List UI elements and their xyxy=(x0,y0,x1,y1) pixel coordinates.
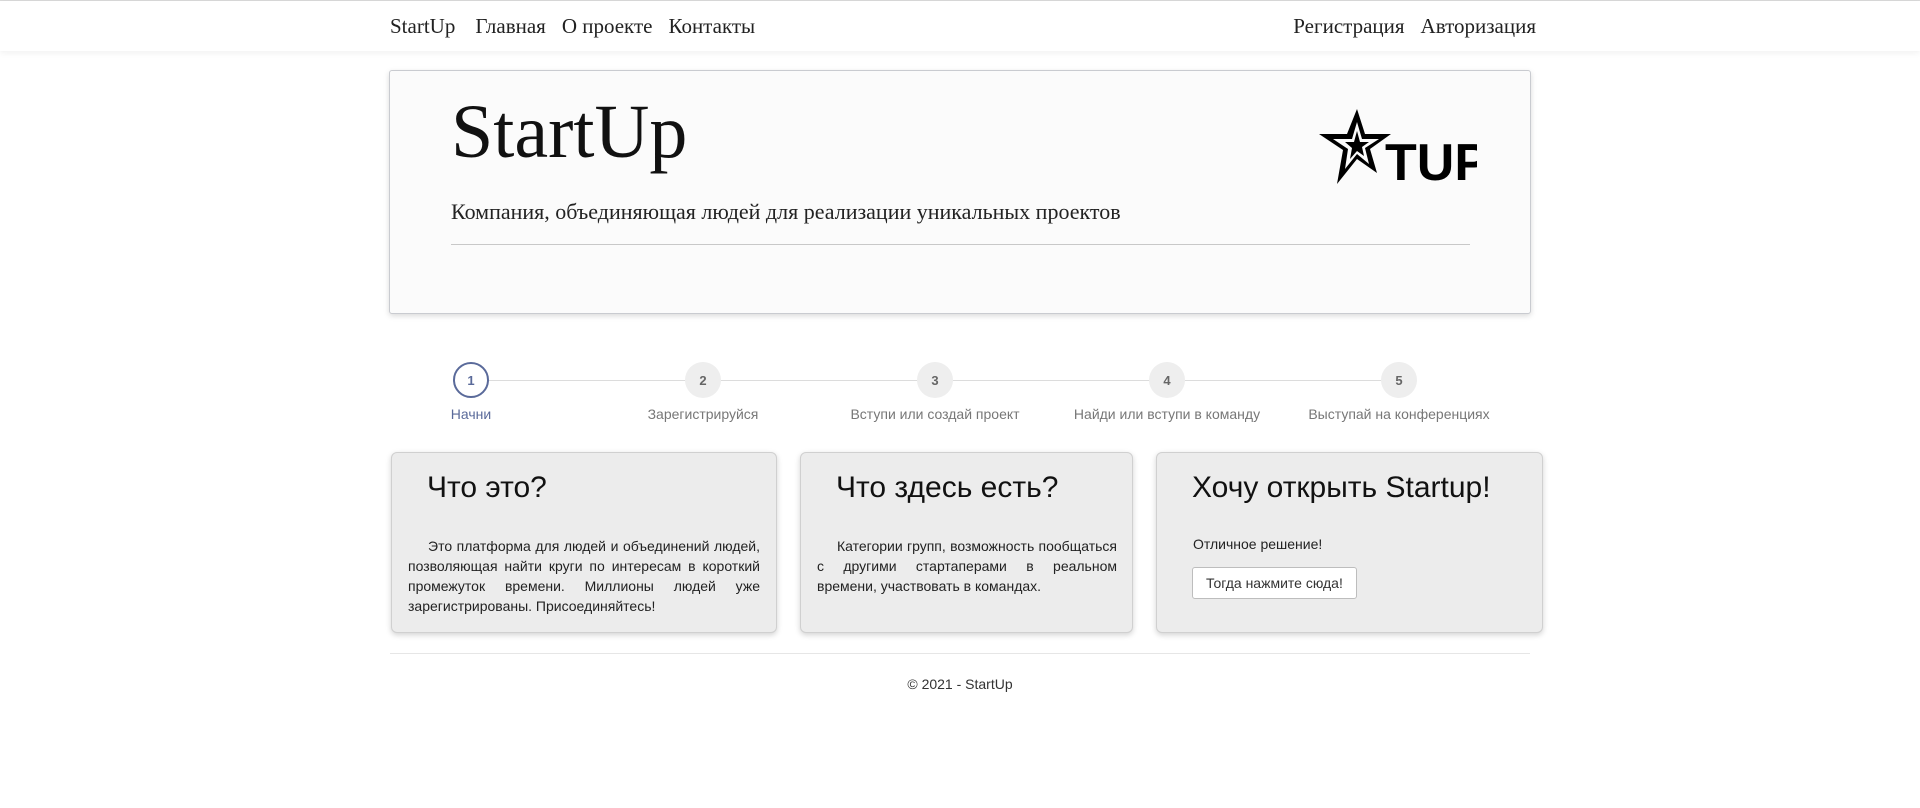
step-circle: 4 xyxy=(1149,362,1185,398)
hero-title: StartUp xyxy=(451,90,688,174)
nav-link-about[interactable]: О проекте xyxy=(562,14,653,39)
step-circle: 1 xyxy=(453,362,489,398)
step-label: Начни xyxy=(450,406,492,422)
step-4[interactable]: 4 Найди или вступи в команду xyxy=(1067,362,1267,422)
progress-stepper: 1 Начни 2 Зарегистрируйся 3 Вступи или с… xyxy=(390,362,1530,422)
nav-link-home[interactable]: Главная xyxy=(475,14,546,39)
nav-link-register[interactable]: Регистрация xyxy=(1293,14,1404,39)
navbar-inner: StartUp Главная О проекте Контакты Регис… xyxy=(390,1,1536,51)
card-open-startup: Хочу открыть Startup! Отличное решение! … xyxy=(1156,452,1543,633)
nav-link-contacts[interactable]: Контакты xyxy=(668,14,755,39)
step-label: Выступай на конференциях xyxy=(1308,406,1490,422)
logo-text: TUP xyxy=(1385,134,1477,185)
step-1[interactable]: 1 Начни xyxy=(371,362,571,422)
card-title: Что это? xyxy=(427,471,547,504)
card-what-is-it: Что это? Это платформа для людей и объед… xyxy=(391,452,777,633)
step-circle: 5 xyxy=(1381,362,1417,398)
navbar: StartUp Главная О проекте Контакты Регис… xyxy=(0,1,1920,51)
nav-right-group: Регистрация Авторизация xyxy=(1293,14,1536,39)
step-label: Зарегистрируйся xyxy=(647,406,759,422)
card-text: Отличное решение! xyxy=(1193,536,1323,552)
nav-left-group: StartUp Главная О проекте Контакты xyxy=(390,14,755,39)
card-text: Это платформа для людей и объединений лю… xyxy=(408,538,760,614)
hero-divider xyxy=(451,244,1470,245)
step-circle: 2 xyxy=(685,362,721,398)
click-here-button[interactable]: Тогда нажмите сюда! xyxy=(1192,567,1357,599)
footer-divider xyxy=(390,653,1530,654)
hero-jumbotron: StartUp Компания, объединяющая людей для… xyxy=(389,70,1531,314)
nav-brand-link[interactable]: StartUp xyxy=(390,14,455,39)
card-title: Хочу открыть Startup! xyxy=(1192,471,1491,504)
startup-logo-icon: TUP xyxy=(1319,109,1477,185)
step-label: Найди или вступи в команду xyxy=(1073,406,1261,422)
step-3[interactable]: 3 Вступи или создай проект xyxy=(835,362,1035,422)
hero-subtitle: Компания, объединяющая людей для реализа… xyxy=(451,199,1121,224)
card-what-is-here: Что здесь есть? Категории групп, возможн… xyxy=(800,452,1133,633)
footer-copyright: © 2021 - StartUp xyxy=(907,676,1013,692)
step-5[interactable]: 5 Выступай на конференциях xyxy=(1299,362,1499,422)
card-text: Категории групп, возможность пообщаться … xyxy=(817,538,1117,594)
step-label: Вступи или создай проект xyxy=(850,406,1020,422)
card-title: Что здесь есть? xyxy=(836,471,1059,504)
step-2[interactable]: 2 Зарегистрируйся xyxy=(603,362,803,422)
step-circle: 3 xyxy=(917,362,953,398)
nav-link-login[interactable]: Авторизация xyxy=(1421,14,1536,39)
